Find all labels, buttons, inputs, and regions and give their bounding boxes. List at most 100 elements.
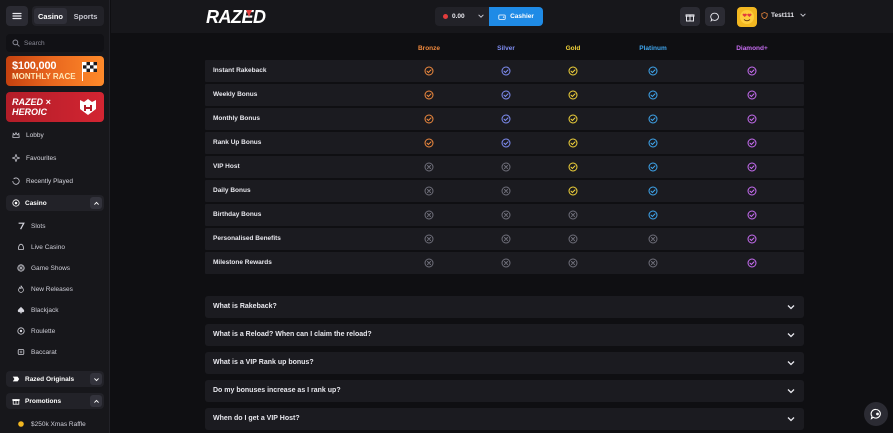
mode-tabs: Casino Sports — [32, 6, 104, 26]
sidebar-item-label: Game Shows — [31, 264, 71, 272]
faq-item[interactable]: What is Rakeback? — [205, 296, 804, 318]
benefit-label: Personalised Benefits — [213, 235, 281, 242]
menu-toggle-button[interactable] — [6, 6, 28, 26]
x-circle-icon — [501, 234, 511, 244]
roulette-icon — [17, 327, 25, 335]
check-circle-icon — [648, 186, 658, 196]
faq-item[interactable]: What is a Reload? When can I claim the r… — [205, 324, 804, 346]
cashier-button[interactable]: Cashier — [489, 7, 543, 26]
chevron-down-icon — [93, 377, 99, 381]
flame-icon — [18, 285, 24, 293]
support-chat-icon — [870, 408, 881, 420]
wallet-balance-dropdown[interactable]: 0.00 — [435, 7, 489, 26]
search-input[interactable]: Search — [6, 34, 104, 52]
razed-originals-section-header[interactable]: Razed Originals — [6, 371, 104, 387]
sidebar-item-xmas-raffle[interactable]: $250k Xmas Raffle — [0, 415, 109, 433]
casino-section-header[interactable]: Casino — [6, 195, 104, 211]
benefit-label: Instant Rakeback — [213, 67, 267, 74]
faq-item[interactable]: What is a VIP Rank up bonus? — [205, 352, 804, 374]
tab-casino[interactable]: Casino — [34, 8, 67, 24]
x-circle-icon — [648, 234, 658, 244]
tier-header-bronze: Bronze — [417, 45, 441, 52]
vip-shield-icon — [761, 11, 768, 19]
sidebar-item-roulette[interactable]: Roulette — [0, 322, 109, 340]
chevron-down-icon — [478, 14, 484, 18]
sidebar-item-game-shows[interactable]: Game Shows — [0, 259, 109, 277]
tier-header-diamond: Diamond+ — [736, 45, 768, 52]
crown-icon — [12, 131, 20, 138]
check-circle-icon — [568, 138, 578, 148]
live-support-button[interactable] — [864, 402, 888, 426]
benefit-label: Milestone Rewards — [213, 259, 272, 266]
gift-icon — [685, 13, 695, 21]
benefit-label: Monthly Bonus — [213, 115, 260, 122]
seven-icon — [18, 222, 25, 230]
monthly-race-banner[interactable]: $100,000 MONTHLY RACE — [6, 56, 104, 86]
promotions-collapse-button[interactable] — [90, 395, 102, 407]
user-menu[interactable]: Test111 — [761, 11, 807, 19]
sidebar-item-lobby[interactable]: Lobby — [0, 126, 109, 144]
casino-collapse-button[interactable] — [90, 197, 102, 209]
check-circle-icon — [568, 162, 578, 172]
rewards-button[interactable] — [680, 7, 700, 26]
chip-icon — [12, 199, 20, 207]
tab-sports[interactable]: Sports — [69, 8, 102, 24]
currency-icon — [443, 14, 448, 19]
sidebar-item-label: Baccarat — [31, 348, 57, 356]
logo-text: RAZED — [206, 7, 266, 27]
x-circle-icon — [424, 234, 434, 244]
search-placeholder: Search — [24, 39, 45, 47]
chat-button[interactable] — [705, 7, 725, 26]
sidebar-item-live-casino[interactable]: Live Casino — [0, 238, 109, 256]
check-circle-icon — [747, 66, 757, 76]
chat-bubble-icon — [710, 12, 719, 22]
race-flag-icon — [82, 62, 97, 81]
originals-expand-button[interactable] — [90, 373, 102, 385]
history-icon — [12, 177, 20, 185]
promotions-section-header[interactable]: Promotions — [6, 393, 104, 409]
sidebar-item-label: Blackjack — [31, 306, 59, 314]
benefit-row: Rank Up Bonus — [205, 132, 804, 154]
sparkle-icon — [12, 154, 20, 162]
sidebar-item-new-releases[interactable]: New Releases — [0, 280, 109, 298]
chevron-down-icon — [787, 389, 795, 394]
faq-item[interactable]: When do I get a VIP Host? — [205, 408, 804, 430]
casino-section-label: Casino — [25, 199, 47, 207]
tier-header-silver: Silver — [497, 45, 515, 52]
benefit-label: Rank Up Bonus — [213, 139, 262, 146]
check-circle-icon — [648, 66, 658, 76]
check-circle-icon — [747, 138, 757, 148]
vip-benefits-page: Bronze Silver Gold Platinum Diamond+ Ins… — [111, 33, 893, 433]
heroic-banner[interactable]: RAZED × HEROIC — [6, 92, 104, 122]
x-circle-icon — [568, 234, 578, 244]
sidebar-item-blackjack[interactable]: Blackjack — [0, 301, 109, 319]
race-banner-subtitle: MONTHLY RACE — [12, 72, 76, 81]
faq-item[interactable]: Do my bonuses increase as I rank up? — [205, 380, 804, 402]
razed-icon — [12, 376, 20, 382]
baccarat-icon — [17, 349, 25, 355]
heroic-banner-line2: HEROIC — [12, 107, 48, 117]
sidebar-item-recently-played[interactable]: Recently Played — [0, 172, 109, 190]
wallet-icon — [498, 14, 506, 20]
check-circle-icon — [648, 210, 658, 220]
cashier-label: Cashier — [510, 13, 534, 20]
razed-logo[interactable]: RAZED — [206, 7, 298, 27]
avatar[interactable] — [737, 7, 757, 27]
sidebar-item-slots[interactable]: Slots — [0, 217, 109, 235]
sidebar-item-label: New Releases — [31, 285, 73, 293]
x-circle-icon — [501, 162, 511, 172]
check-circle-icon — [747, 234, 757, 244]
benefit-row: Monthly Bonus — [205, 108, 804, 130]
sidebar-item-favourites[interactable]: Favourites — [0, 149, 109, 167]
chevron-down-icon — [787, 305, 795, 310]
benefit-row: Instant Rakeback — [205, 60, 804, 82]
sidebar-item-baccarat[interactable]: Baccarat — [0, 343, 109, 361]
sidebar-item-label: Live Casino — [31, 243, 65, 251]
benefit-label: Weekly Bonus — [213, 91, 258, 98]
race-banner-amount: $100,000 — [12, 60, 57, 72]
check-circle-icon — [501, 114, 511, 124]
x-circle-icon — [501, 258, 511, 268]
heroic-banner-line1: RAZED × — [12, 97, 51, 107]
x-circle-icon — [424, 210, 434, 220]
benefit-row: Birthday Bonus — [205, 204, 804, 226]
